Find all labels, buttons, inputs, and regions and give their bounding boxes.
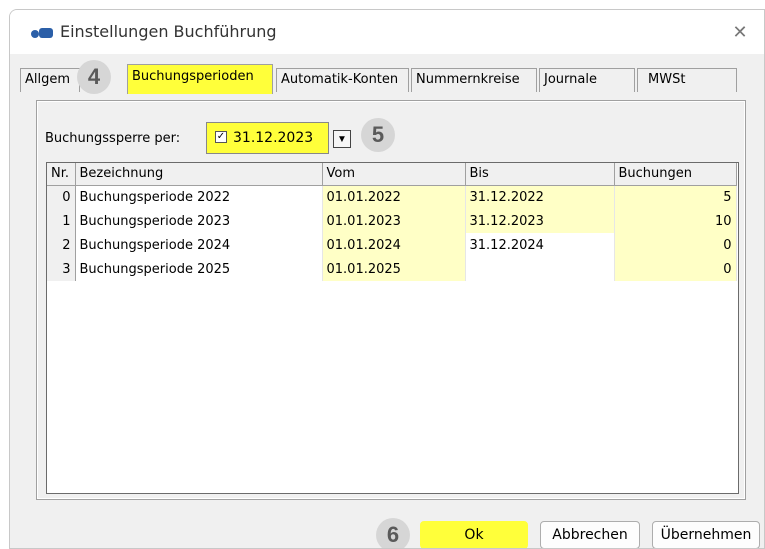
column-header-buchungen[interactable]: Buchungen xyxy=(614,163,737,186)
tab-automatik-konten[interactable]: Automatik-Konten xyxy=(276,68,409,92)
column-header-vom[interactable]: Vom xyxy=(322,163,466,186)
cell-vom[interactable]: 01.01.2024 xyxy=(322,233,466,257)
cell-bezeichnung[interactable]: Buchungsperiode 2022 xyxy=(75,185,323,209)
table-row[interactable]: 1 Buchungsperiode 2023 01.01.2023 31.12.… xyxy=(47,209,737,233)
tab-buchungsperioden[interactable]: Buchungsperioden xyxy=(127,64,273,94)
tab-journale[interactable]: Journale xyxy=(539,68,635,92)
cell-nr: 2 xyxy=(47,233,76,257)
cell-bezeichnung[interactable]: Buchungsperiode 2025 xyxy=(75,257,323,281)
booking-lock-label: Buchungssperre per: xyxy=(45,131,181,146)
cell-bis[interactable]: 31.12.2024 xyxy=(465,233,615,257)
step-badge-6: 6 xyxy=(376,518,410,548)
tab-label: Automatik-Konten xyxy=(281,72,399,87)
chevron-down-icon[interactable]: ▼ xyxy=(333,130,351,148)
step-badge-5: 5 xyxy=(361,118,395,152)
step-badge-4: 4 xyxy=(77,60,111,94)
table-row[interactable]: 3 Buchungsperiode 2025 01.01.2025 0 xyxy=(47,257,737,281)
cell-vom[interactable]: 01.01.2023 xyxy=(322,209,466,233)
apply-button[interactable]: Übernehmen xyxy=(652,521,760,548)
cancel-button[interactable]: Abbrechen xyxy=(540,521,640,548)
cell-vom[interactable]: 01.01.2025 xyxy=(322,257,466,281)
window-title: Einstellungen Buchführung xyxy=(60,22,277,41)
booking-lock-checkbox[interactable]: ✓ xyxy=(215,131,227,143)
cell-buchungen: 5 xyxy=(614,185,737,209)
cell-buchungen: 0 xyxy=(614,257,737,281)
column-header-bis[interactable]: Bis xyxy=(465,163,615,186)
table-row[interactable]: 0 Buchungsperiode 2022 01.01.2022 31.12.… xyxy=(47,185,737,209)
tab-panel-buchungsperioden: Buchungssperre per: ✓ 31.12.2023 ▼ 5 Nr. xyxy=(36,100,746,500)
booking-lock-date-picker[interactable]: ✓ 31.12.2023 xyxy=(206,122,329,154)
tab-label: Buchungsperioden xyxy=(132,69,254,84)
tab-nummernkreise[interactable]: Nummernkreise xyxy=(411,68,537,92)
cell-bezeichnung[interactable]: Buchungsperiode 2023 xyxy=(75,209,323,233)
tab-mwst[interactable]: MWSt xyxy=(637,68,737,92)
cell-buchungen: 0 xyxy=(614,233,737,257)
settings-dialog: Einstellungen Buchführung ✕ Allgem Buchu… xyxy=(9,9,765,549)
cell-buchungen: 10 xyxy=(614,209,737,233)
table-header-row: Nr. Bezeichnung Vom Bis Buchungen xyxy=(47,163,737,186)
cell-nr: 0 xyxy=(47,185,76,209)
column-header-bezeichnung[interactable]: Bezeichnung xyxy=(75,163,323,186)
tab-label: Journale xyxy=(544,72,597,87)
tab-bar: Allgem Buchungsperioden Automatik-Konten… xyxy=(10,54,764,100)
cell-bis[interactable]: 31.12.2023 xyxy=(465,209,615,233)
tab-allgemein[interactable]: Allgem xyxy=(20,68,80,92)
ok-button[interactable]: Ok xyxy=(420,521,528,548)
tab-label: MWSt xyxy=(648,72,686,87)
column-header-nr[interactable]: Nr. xyxy=(47,163,76,186)
button-bar: 6 Ok Abbrechen Übernehmen xyxy=(10,507,764,548)
cell-bis[interactable]: 31.12.2022 xyxy=(465,185,615,209)
booking-periods-table: Nr. Bezeichnung Vom Bis Buchungen 0 Buch… xyxy=(46,162,739,494)
table-row[interactable]: 2 Buchungsperiode 2024 01.01.2024 31.12.… xyxy=(47,233,737,257)
cell-bezeichnung[interactable]: Buchungsperiode 2024 xyxy=(75,233,323,257)
app-icon xyxy=(30,26,54,40)
tab-label: Allgem xyxy=(25,72,71,87)
cell-nr: 1 xyxy=(47,209,76,233)
close-icon[interactable]: ✕ xyxy=(728,20,752,44)
cell-bis[interactable] xyxy=(465,257,615,281)
booking-lock-date: 31.12.2023 xyxy=(233,130,314,146)
cell-nr: 3 xyxy=(47,257,76,281)
cell-vom[interactable]: 01.01.2022 xyxy=(322,185,466,209)
tab-label: Nummernkreise xyxy=(416,72,520,87)
title-bar: Einstellungen Buchführung ✕ xyxy=(10,10,764,54)
